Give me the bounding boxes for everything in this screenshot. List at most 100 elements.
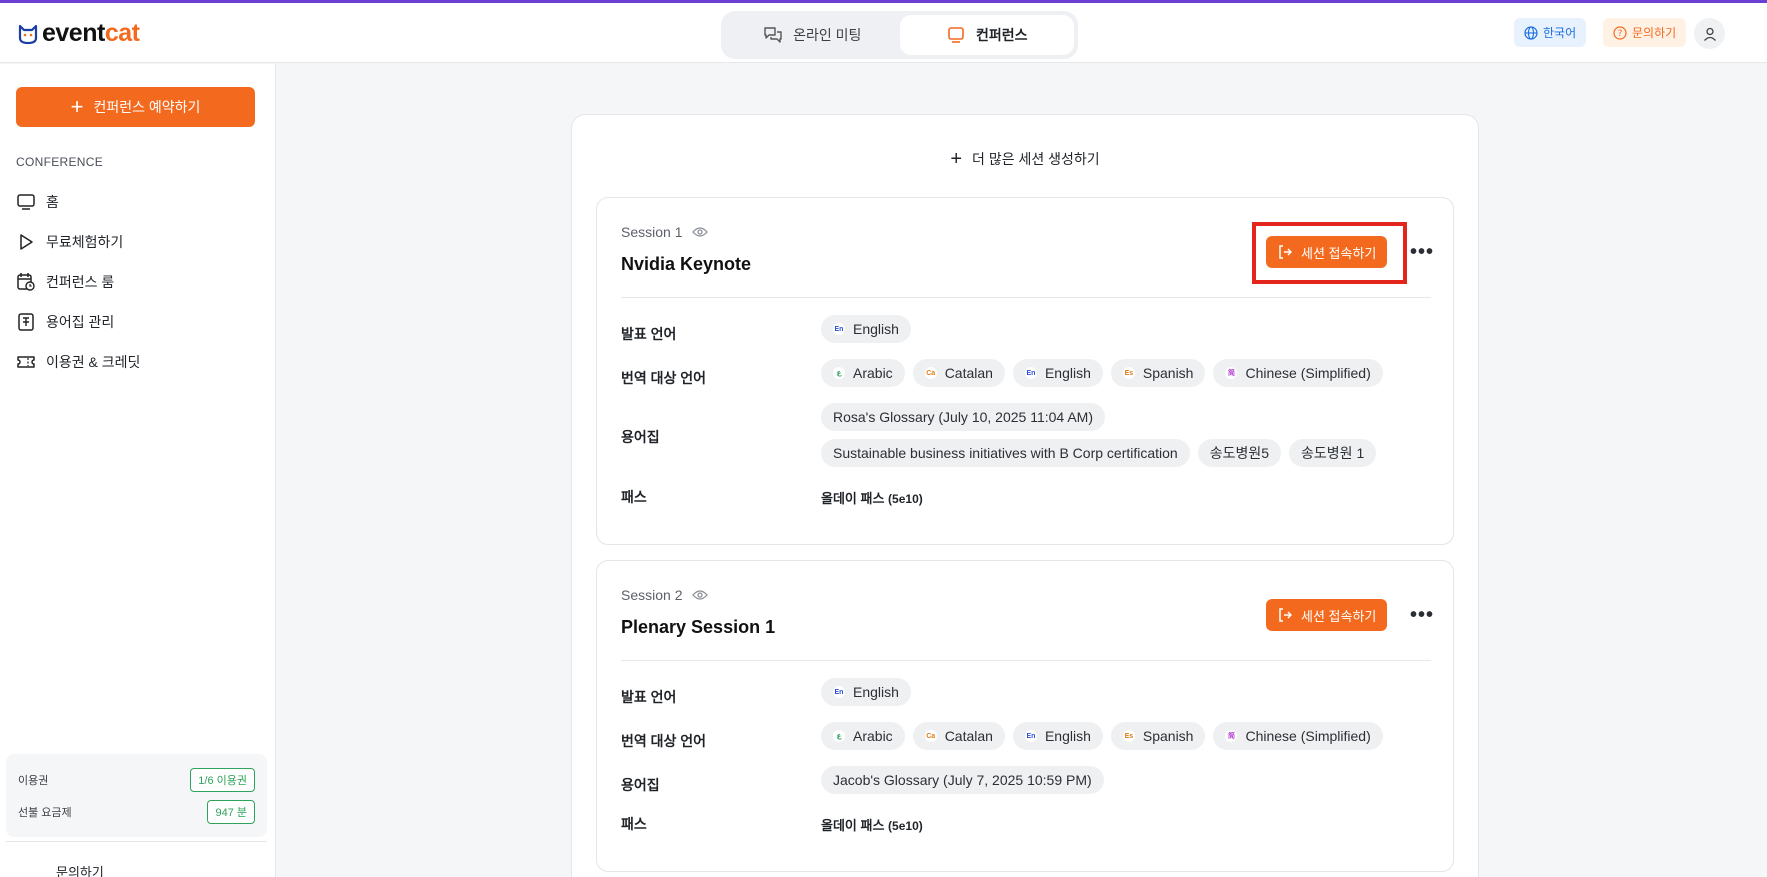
speech-language-chips: En English [821, 315, 911, 343]
sidebar-help-link[interactable]: 문의하기 [56, 862, 104, 877]
enter-icon [1279, 608, 1292, 622]
language-chip: Es Spanish [1110, 359, 1206, 387]
join-session-button[interactable]: 세션 접속하기 [1266, 599, 1388, 631]
session-label: Session 2 [621, 587, 709, 603]
language-chip: Ca Catalan [912, 722, 1005, 750]
usage-label: 선불 요금제 [18, 807, 72, 819]
help-button[interactable]: ? 문의하기 [1603, 18, 1687, 47]
question-icon: ? [1613, 25, 1627, 40]
tab-label: 컨퍼런스 [975, 27, 1028, 43]
speech-language-chips: En English [821, 678, 911, 706]
language-chip: 简 Chinese (Simplified) [1213, 359, 1383, 387]
play-icon [20, 234, 33, 250]
target-language-chips: ع Arabic Ca Catalan En English Es Spanish 简C… [821, 722, 1383, 750]
tab-label: 온라인 미팅 [793, 27, 862, 43]
usage-row-pass: 이용권 1/6 이용권 [18, 764, 255, 796]
logo-text: eventcat [42, 19, 140, 47]
english-flag-icon: En [1024, 730, 1037, 742]
sidebar-item-credits[interactable]: 이용권 & 크레딧 [16, 342, 260, 382]
more-options-icon[interactable]: ••• [1410, 242, 1433, 262]
svg-text:?: ? [1618, 29, 1623, 39]
book-conference-button[interactable]: + 컨퍼런스 예약하기 [16, 87, 255, 127]
sidebar: + 컨퍼런스 예약하기 CONFERENCE 홈 무료체험하기 컨퍼런스 룸 용… [0, 64, 276, 877]
target-language-label: 번역 대상 언어 [621, 370, 707, 386]
pass-value: 올데이 패스 (5e10) [821, 491, 923, 506]
pass-value: 올데이 패스 (5e10) [821, 818, 923, 833]
sidebar-item-label: 컨퍼런스 룸 [46, 274, 115, 290]
globe-icon [1524, 25, 1538, 40]
sidebar-item-home[interactable]: 홈 [16, 182, 260, 222]
eye-icon[interactable] [692, 589, 709, 601]
glossary-chip: Sustainable business initiatives with B … [821, 439, 1190, 467]
language-chip: ع Arabic [821, 722, 905, 750]
book-conference-label: 컨퍼런스 예약하기 [93, 99, 201, 115]
english-flag-icon: En [833, 686, 845, 698]
usage-label: 이용권 [18, 775, 49, 787]
language-chip: Ca Catalan [912, 359, 1005, 387]
create-more-sessions-button[interactable]: + 더 많은 세션 생성하기 [572, 149, 1478, 169]
sidebar-item-free-trial[interactable]: 무료체험하기 [16, 222, 260, 262]
enter-icon [1279, 245, 1292, 259]
session-number: Session 2 [621, 587, 683, 603]
glossary-chip: Jacob's Glossary (July 7, 2025 10:59 PM) [821, 766, 1104, 794]
language-chip: En English [821, 678, 911, 706]
book-icon [18, 313, 34, 331]
pass-label: 패스 [621, 489, 647, 505]
session-title: Plenary Session 1 [621, 617, 776, 637]
sessions-panel: + 더 많은 세션 생성하기 Session 1 Nvidia Keynote … [571, 114, 1479, 877]
glossary-chips-row2: Sustainable business initiatives with B … [821, 439, 1377, 467]
sidebar-nav: 홈 무료체험하기 컨퍼런스 룸 용어집 관리 이용권 & 크레딧 [16, 182, 260, 382]
speech-language-label: 발표 언어 [621, 326, 677, 342]
plus-icon: + [950, 148, 963, 170]
sidebar-item-conference-room[interactable]: 컨퍼런스 룸 [16, 262, 260, 302]
session-title: Nvidia Keynote [621, 254, 752, 274]
more-options-icon[interactable]: ••• [1410, 605, 1433, 625]
sidebar-divider [6, 841, 267, 842]
glossary-chips-row1: Jacob's Glossary (July 7, 2025 10:59 PM) [821, 766, 1104, 794]
session-number: Session 1 [621, 224, 683, 240]
catalan-flag-icon: Ca [924, 730, 937, 742]
tab-conference[interactable]: 컨퍼런스 [899, 15, 1074, 55]
language-chip: En English [1012, 722, 1103, 750]
tab-online-meeting[interactable]: 온라인 미팅 [725, 15, 900, 55]
sidebar-item-glossary[interactable]: 용어집 관리 [16, 302, 260, 342]
user-icon [1703, 27, 1716, 41]
usage-row-prepaid: 선불 요금제 947 분 [18, 796, 255, 828]
chat-bubbles-icon [764, 27, 782, 43]
plus-icon: + [70, 94, 84, 119]
card-divider [621, 297, 1431, 298]
screen-icon [948, 27, 964, 43]
session-card: Session 1 Nvidia Keynote 세션 접속하기 ••• 발표 … [596, 197, 1454, 545]
chinese-flag-icon: 简 [1225, 367, 1238, 379]
glossary-label: 용어집 [621, 429, 660, 445]
usage-summary: 이용권 1/6 이용권 선불 요금제 947 분 [6, 754, 267, 837]
english-flag-icon: En [1024, 367, 1037, 379]
glossary-label: 용어집 [621, 777, 660, 793]
eye-icon[interactable] [692, 226, 709, 238]
pass-label: 패스 [621, 816, 647, 832]
card-divider [621, 660, 1431, 661]
ticket-icon [17, 356, 35, 368]
target-language-label: 번역 대상 언어 [621, 733, 707, 749]
session-card: Session 2 Plenary Session 1 세션 접속하기 ••• … [596, 560, 1454, 872]
spanish-flag-icon: Es [1122, 367, 1135, 379]
arabic-flag-icon: ع [833, 367, 845, 379]
monitor-icon [17, 194, 35, 210]
session-label: Session 1 [621, 224, 709, 240]
join-session-button[interactable]: 세션 접속하기 [1266, 236, 1388, 268]
language-chip: En English [821, 315, 911, 343]
user-avatar-button[interactable] [1694, 18, 1725, 49]
target-language-chips: ع Arabic Ca Catalan En English Es Spanish 简C… [821, 359, 1383, 387]
sidebar-item-label: 이용권 & 크레딧 [46, 354, 141, 370]
prepaid-minutes-badge: 947 분 [207, 800, 255, 824]
language-button[interactable]: 한국어 [1514, 18, 1587, 47]
language-chip: En English [1012, 359, 1103, 387]
glossary-chips-row1: Rosa's Glossary (July 10, 2025 11:04 AM) [821, 403, 1105, 431]
language-chip: ع Arabic [821, 359, 905, 387]
language-chip: Es Spanish [1110, 722, 1206, 750]
join-label: 세션 접속하기 [1301, 245, 1377, 261]
sidebar-item-label: 용어집 관리 [46, 314, 115, 330]
eventcat-logo[interactable]: eventcat [16, 19, 140, 48]
language-chip: 简 Chinese (Simplified) [1213, 722, 1383, 750]
help-label: 문의하기 [1632, 26, 1677, 40]
